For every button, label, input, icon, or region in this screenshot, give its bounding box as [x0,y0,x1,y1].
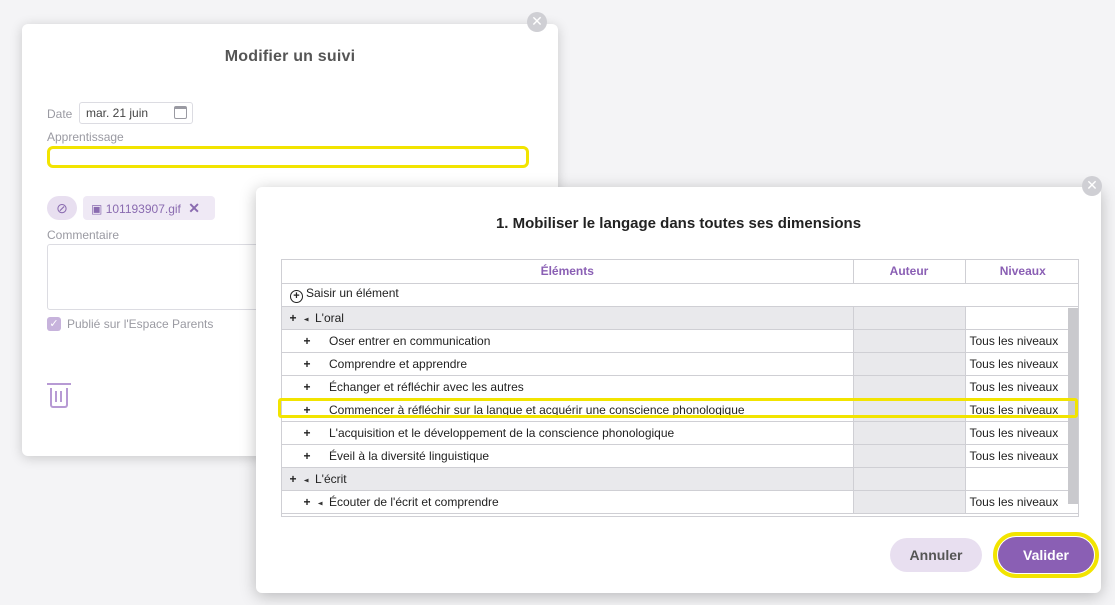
image-file-icon: ▣ [91,202,103,216]
group-row[interactable]: + ▲ L'oral [282,306,1078,330]
element-label: L'acquisition et le développement de la … [329,425,675,440]
element-label: L'écrit [315,471,347,486]
add-child-icon[interactable]: + [286,311,300,325]
element-cell[interactable]: + Oser entrer en communication [282,329,854,353]
element-cell[interactable]: + ▲ Écouter de l'écrit et comprendre [282,490,854,514]
add-child-icon[interactable]: + [300,403,314,417]
add-child-icon[interactable]: + [300,449,314,463]
add-element-label: Saisir un élément [306,286,399,300]
element-cell[interactable]: + Commencer à réfléchir sur la langue et … [282,398,854,422]
author-cell [853,421,966,445]
table-row[interactable]: + Échanger et réfléchir avec les autres To… [282,375,1078,399]
remove-attachment-icon[interactable]: ✕ [188,200,200,216]
paperclip-icon[interactable]: ⊘ [47,196,77,220]
add-child-icon[interactable]: + [300,357,314,371]
element-picker-dialog: ✕ 1. Mobiliser le langage dans toutes se… [256,176,1102,593]
date-label: Date [47,107,73,121]
table-row[interactable]: + L'acquisition et le développement de la… [282,421,1078,445]
attachment-filename: 101193907.gif [105,202,181,216]
element-cell[interactable]: + Comprendre et apprendre [282,352,854,376]
validate-button[interactable]: Valider [998,537,1094,573]
close-icon[interactable]: ✕ [1082,176,1102,196]
table-row[interactable]: + Commencer à réfléchir sur la langue et … [282,398,1078,422]
group-row[interactable]: + ▲ L'écrit [282,467,1078,491]
learning-label: Apprentissage [47,130,124,144]
author-cell [853,467,966,491]
element-cell[interactable]: + ▲ L'écrit [282,467,854,491]
author-cell [853,375,966,399]
element-label: Commencer à réfléchir sur la langue et a… [329,402,745,417]
elements-table: Éléments Auteur Niveaux + Saisir un éléme… [281,259,1079,517]
comment-label: Commentaire [47,228,120,242]
published-label: Publié sur l'Espace Parents [67,317,214,331]
author-cell [853,398,966,422]
element-cell[interactable]: + ▲ L'oral [282,306,854,330]
author-cell [853,329,966,353]
calendar-icon[interactable] [174,106,187,119]
cancel-button[interactable]: Annuler [890,538,982,572]
add-circle-icon[interactable]: + [290,290,303,303]
add-element-row[interactable]: + Saisir un élément [282,283,1078,307]
table-row[interactable]: + Éveil à la diversité linguistique Tous l… [282,444,1078,468]
element-cell[interactable]: + Échanger et réfléchir avec les autres [282,375,854,399]
add-child-icon[interactable]: + [300,334,314,348]
levels-cell [965,306,1078,330]
attachment-chip[interactable]: ▣ 101193907.gif ✕ [83,196,215,220]
date-value: mar. 21 juin [86,106,149,120]
levels-cell: Tous les niveaux [965,329,1078,353]
element-label: L'oral [315,310,344,325]
element-label: Oser entrer en communication [329,333,491,348]
close-icon[interactable]: ✕ [527,12,547,32]
author-cell [853,490,966,514]
levels-cell: Tous les niveaux [965,421,1078,445]
levels-cell: Tous les niveaux [965,352,1078,376]
element-label: Échanger et réfléchir avec les autres [329,379,524,394]
date-field[interactable]: mar. 21 juin [79,102,193,124]
levels-cell: Tous les niveaux [965,444,1078,468]
add-child-icon[interactable]: + [300,380,314,394]
column-header-elements[interactable]: Éléments [282,260,854,284]
author-cell [853,352,966,376]
element-cell[interactable]: + L'acquisition et le développement de la… [282,421,854,445]
levels-cell: Tous les niveaux [965,375,1078,399]
table-row[interactable]: + Comprendre et apprendre Tous les niveaux [282,352,1078,376]
column-header-author[interactable]: Auteur [853,260,966,284]
author-cell [853,306,966,330]
levels-cell [965,467,1078,491]
learning-input[interactable] [47,146,529,168]
element-label: Comprendre et apprendre [329,356,468,371]
add-child-icon[interactable]: + [286,472,300,486]
table-scrollbar[interactable] [1068,308,1078,504]
trash-icon[interactable] [47,383,71,408]
table-row[interactable]: + Oser entrer en communication Tous les ni… [282,329,1078,353]
table-row[interactable]: + ▲ Écouter de l'écrit et comprendre Tous l… [282,490,1078,514]
collapse-toggle-icon[interactable]: ▲ [302,314,311,324]
collapse-toggle-icon[interactable]: ▲ [316,498,325,508]
column-header-levels[interactable]: Niveaux [965,260,1078,284]
add-child-icon[interactable]: + [300,495,314,509]
add-child-icon[interactable]: + [300,426,314,440]
element-cell[interactable]: + Éveil à la diversité linguistique [282,444,854,468]
levels-cell: Tous les niveaux [965,398,1078,422]
element-label: Éveil à la diversité linguistique [329,448,490,463]
picker-title: 1. Mobiliser le langage dans toutes ses … [495,215,862,232]
author-cell [853,444,966,468]
element-label: Écouter de l'écrit et comprendre [329,494,499,509]
collapse-toggle-icon[interactable]: ▲ [302,475,311,485]
dialog-title: Modifier un suivi [224,48,356,65]
published-checkbox[interactable]: ✓ [47,317,61,331]
levels-cell: Tous les niveaux [965,490,1078,514]
